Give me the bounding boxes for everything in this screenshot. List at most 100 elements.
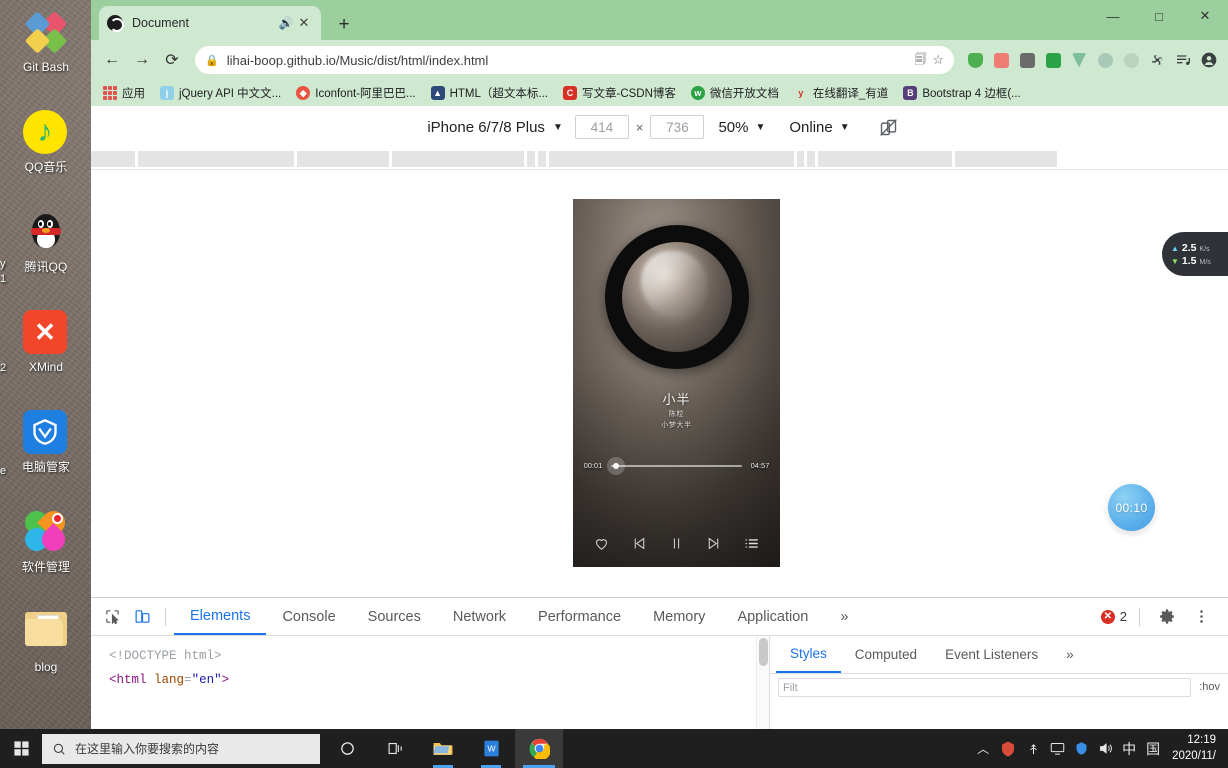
media-list-icon[interactable] — [1171, 47, 1195, 73]
generic-ext-icon[interactable] — [1119, 47, 1143, 73]
bookmark-html-mdn[interactable]: ▲ HTML（超文本标... — [425, 83, 554, 103]
desktop-icon-tencent-qq[interactable]: 腾讯QQ — [0, 206, 92, 306]
window-close-button[interactable]: ✕ — [1182, 0, 1228, 32]
tab-close-icon[interactable]: ✕ — [295, 15, 313, 31]
desktop-icon-git-bash[interactable]: Git Bash — [0, 6, 92, 106]
download-arrow-icon: ▼ — [1171, 256, 1179, 266]
bookmark-bootstrap[interactable]: B Bootstrap 4 边框(... — [897, 83, 1026, 103]
new-tab-button[interactable]: + — [331, 12, 357, 38]
address-bar[interactable]: 🔒 lihai-boop.github.io/Music/dist/html/i… — [195, 46, 954, 74]
security-shield-icon[interactable] — [996, 729, 1020, 768]
tray-chevron-icon[interactable]: ︿ — [972, 729, 994, 768]
device-height-input[interactable]: 736 — [650, 115, 705, 139]
tab-audio-icon[interactable]: 🔊 — [277, 16, 295, 30]
wechat-ext-icon[interactable] — [1041, 47, 1065, 73]
bookmark-wechat-docs[interactable]: w 微信开放文档 — [685, 83, 785, 103]
desktop-icon-pc-manager[interactable]: 电脑管家 — [0, 406, 92, 506]
bookmark-apps[interactable]: 应用 — [97, 83, 151, 103]
taskbar-clock[interactable]: 12:19 2020/11/ — [1166, 729, 1224, 768]
previous-button[interactable] — [629, 533, 649, 553]
taskbar-chrome-button[interactable] — [515, 729, 563, 768]
bookmark-youdao[interactable]: y 在线翻译_有道 — [788, 83, 894, 103]
network-speed-widget[interactable]: ▲ 2.5 K/s ▼ 1.5 M/s — [1162, 232, 1228, 276]
dom-scrollbar[interactable] — [756, 636, 769, 729]
taskbar-task-view-button[interactable] — [371, 729, 419, 768]
window-maximize-button[interactable]: □ — [1136, 0, 1182, 32]
progress-slider[interactable] — [607, 456, 742, 475]
rotate-device-icon[interactable] — [876, 114, 902, 140]
device-toolbar-icon[interactable] — [127, 603, 157, 631]
profile-avatar-icon[interactable] — [1197, 47, 1221, 73]
upload-value: 2.5 — [1181, 241, 1197, 254]
ime-language-indicator[interactable]: 中 — [1118, 729, 1140, 768]
devtools-tab-network[interactable]: Network — [437, 598, 522, 635]
taskbar-search-box[interactable]: 在这里输入你要搜索的内容 — [42, 733, 320, 764]
next-button[interactable] — [704, 533, 724, 553]
window-minimize-button[interactable]: — — [1090, 0, 1136, 32]
puzzle-icon[interactable] — [1145, 47, 1169, 73]
device-width-input[interactable]: 414 — [574, 115, 629, 139]
styles-filter-input[interactable]: Filt — [778, 677, 1192, 697]
search-ext-icon[interactable] — [1015, 47, 1039, 73]
translate-icon[interactable]: 🗐 — [914, 50, 926, 71]
dom-line-doctype[interactable]: <!DOCTYPE html> — [109, 644, 769, 668]
shield-icon[interactable] — [1070, 729, 1092, 768]
devtools-tab-elements[interactable]: Elements — [174, 598, 267, 635]
device-zoom-select[interactable]: 50% ▼ — [706, 119, 777, 136]
desktop-icon-qq-music[interactable]: ♪ QQ音乐 — [0, 106, 92, 206]
dom-line-html[interactable]: <html lang="en"> — [109, 668, 769, 692]
styles-tab-styles[interactable]: Styles — [776, 636, 841, 673]
network-throttling-select[interactable]: Online ▼ — [777, 119, 861, 136]
desktop-icon-blog-folder[interactable]: blog — [0, 606, 92, 706]
inspect-element-icon[interactable] — [97, 603, 127, 631]
devtools-tab-sources[interactable]: Sources — [352, 598, 437, 635]
taskbar-wps-button[interactable]: W — [467, 729, 515, 768]
devtools-tab-console[interactable]: Console — [266, 598, 351, 635]
download-unit: M/s — [1199, 258, 1211, 266]
bookmark-iconfont[interactable]: ◆ Iconfont-阿里巴巴... — [290, 83, 421, 103]
reload-button[interactable]: ⟳ — [157, 45, 187, 75]
star-icon[interactable]: ☆ — [932, 52, 944, 68]
monitor-icon[interactable] — [1046, 729, 1068, 768]
devtools-tab-application[interactable]: Application — [721, 598, 824, 635]
vue-devtools-icon[interactable] — [1067, 47, 1091, 73]
bookmark-csdn[interactable]: C 写文章-CSDN博客 — [557, 83, 682, 103]
devtools-tab-memory[interactable]: Memory — [637, 598, 721, 635]
usb-icon[interactable] — [1022, 729, 1044, 768]
scrollbar-thumb[interactable] — [759, 638, 768, 666]
bookmark-label: 写文章-CSDN博客 — [581, 88, 676, 100]
folder-icon — [23, 610, 69, 656]
styles-tab-computed[interactable]: Computed — [841, 636, 931, 673]
desktop-icon-xmind[interactable]: ✕ XMind — [0, 306, 92, 406]
desktop-icon-software-manager[interactable]: 软件管理 — [0, 506, 92, 606]
play-pause-button[interactable] — [666, 533, 686, 553]
playlist-button[interactable] — [741, 533, 761, 553]
styles-hov-button[interactable]: :hov — [1199, 681, 1220, 693]
ime-mode-indicator[interactable]: 国 — [1142, 729, 1164, 768]
error-count-badge[interactable]: ✕ 2 — [1100, 609, 1127, 624]
bookmark-ext-icon[interactable] — [989, 47, 1013, 73]
taskbar-cortana-button[interactable] — [323, 729, 371, 768]
floating-timer-bubble[interactable]: 00:10 — [1108, 484, 1155, 531]
dom-tree-pane[interactable]: <!DOCTYPE html> <html lang="en"> — [91, 636, 770, 729]
bookmark-jquery-api[interactable]: j jQuery API 中文文... — [154, 83, 287, 103]
adguard-icon[interactable] — [963, 47, 987, 73]
music-player-screen[interactable]: 小半 陈粒 小梦大半 00:01 04:57 — [573, 199, 780, 567]
back-button[interactable]: ← — [97, 45, 127, 75]
forward-button[interactable]: → — [127, 45, 157, 75]
favorite-button[interactable] — [592, 533, 612, 553]
react-devtools-icon[interactable] — [1093, 47, 1117, 73]
windows-start-icon[interactable] — [0, 729, 42, 768]
gear-icon[interactable] — [1152, 603, 1182, 631]
styles-tab-event-listeners[interactable]: Event Listeners — [931, 636, 1052, 673]
kebab-menu-icon[interactable] — [1186, 603, 1216, 631]
devtools-more-tabs-button[interactable]: » — [824, 598, 864, 635]
taskbar-file-explorer-button[interactable] — [419, 729, 467, 768]
album-art-disc[interactable] — [604, 225, 749, 369]
devtools-tab-performance[interactable]: Performance — [522, 598, 637, 635]
volume-icon[interactable] — [1094, 729, 1116, 768]
progress-knob[interactable] — [607, 456, 625, 475]
device-select[interactable]: iPhone 6/7/8 Plus ▼ — [417, 119, 573, 136]
browser-tab-document[interactable]: Document 🔊 ✕ — [99, 6, 321, 40]
styles-more-tabs-button[interactable]: » — [1052, 636, 1088, 673]
